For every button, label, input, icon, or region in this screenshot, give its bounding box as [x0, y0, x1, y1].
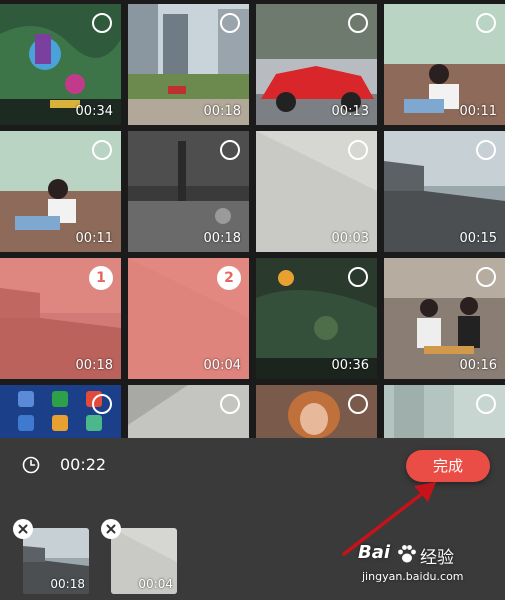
video-duration: 00:18: [203, 231, 241, 246]
video-thumbnail[interactable]: [0, 385, 121, 438]
close-icon: [106, 524, 116, 534]
watermark: Bai 经验 jingyan.baidu.com: [356, 542, 496, 594]
clip-duration: 00:04: [138, 577, 173, 591]
video-thumbnail[interactable]: 00:34: [0, 4, 121, 125]
video-duration: 00:16: [459, 358, 497, 373]
select-circle[interactable]: [348, 13, 368, 33]
watermark-brand-suffix: 经验: [420, 548, 454, 568]
video-duration: 00:18: [75, 358, 113, 373]
video-duration: 00:03: [331, 231, 369, 246]
select-circle[interactable]: [476, 140, 496, 160]
select-circle[interactable]: [348, 394, 368, 414]
video-duration: 00:11: [75, 231, 113, 246]
video-duration: 00:36: [331, 358, 369, 373]
select-circle[interactable]: [92, 140, 112, 160]
selection-number-badge[interactable]: 2: [217, 266, 241, 290]
watermark-url: jingyan.baidu.com: [362, 570, 464, 583]
video-thumbnail[interactable]: 00:18: [128, 4, 249, 125]
video-duration: 00:15: [459, 231, 497, 246]
select-circle[interactable]: [348, 267, 368, 287]
clock-icon: [22, 456, 40, 474]
video-thumbnail[interactable]: [128, 385, 249, 438]
select-circle[interactable]: [92, 13, 112, 33]
clip-duration: 00:18: [50, 577, 85, 591]
select-circle[interactable]: [476, 394, 496, 414]
video-thumbnail[interactable]: 00:11: [0, 131, 121, 252]
select-circle[interactable]: [476, 267, 496, 287]
paw-icon: [398, 545, 416, 563]
video-thumbnail[interactable]: [384, 385, 505, 438]
video-thumbnail[interactable]: 00:15: [384, 131, 505, 252]
video-duration: 00:34: [75, 104, 113, 119]
close-icon: [18, 524, 28, 534]
video-thumbnail[interactable]: 2 00:04: [128, 258, 249, 379]
video-thumbnail[interactable]: 00:03: [256, 131, 377, 252]
select-circle[interactable]: [92, 394, 112, 414]
video-thumbnail[interactable]: 00:13: [256, 4, 377, 125]
video-duration: 00:18: [203, 104, 241, 119]
select-circle[interactable]: [220, 13, 240, 33]
select-circle[interactable]: [476, 13, 496, 33]
video-thumbnail[interactable]: 1 00:18: [0, 258, 121, 379]
video-thumbnail[interactable]: [256, 385, 377, 438]
video-thumbnail[interactable]: 00:16: [384, 258, 505, 379]
video-duration: 00:04: [203, 358, 241, 373]
video-grid: 00:34 00:18 00:13 00:11 00:11 00:18 00:0…: [0, 0, 505, 438]
video-thumbnail[interactable]: 00:11: [384, 4, 505, 125]
select-circle[interactable]: [220, 140, 240, 160]
remove-clip-button[interactable]: [101, 519, 121, 539]
video-duration: 00:13: [331, 104, 369, 119]
video-thumbnail[interactable]: 00:36: [256, 258, 377, 379]
video-duration: 00:11: [459, 104, 497, 119]
select-circle[interactable]: [348, 140, 368, 160]
total-duration: 00:22: [60, 455, 107, 474]
watermark-brand-prefix: Bai: [358, 542, 391, 563]
video-thumbnail[interactable]: 00:18: [128, 131, 249, 252]
select-circle[interactable]: [220, 394, 240, 414]
remove-clip-button[interactable]: [13, 519, 33, 539]
selection-number-badge[interactable]: 1: [89, 266, 113, 290]
